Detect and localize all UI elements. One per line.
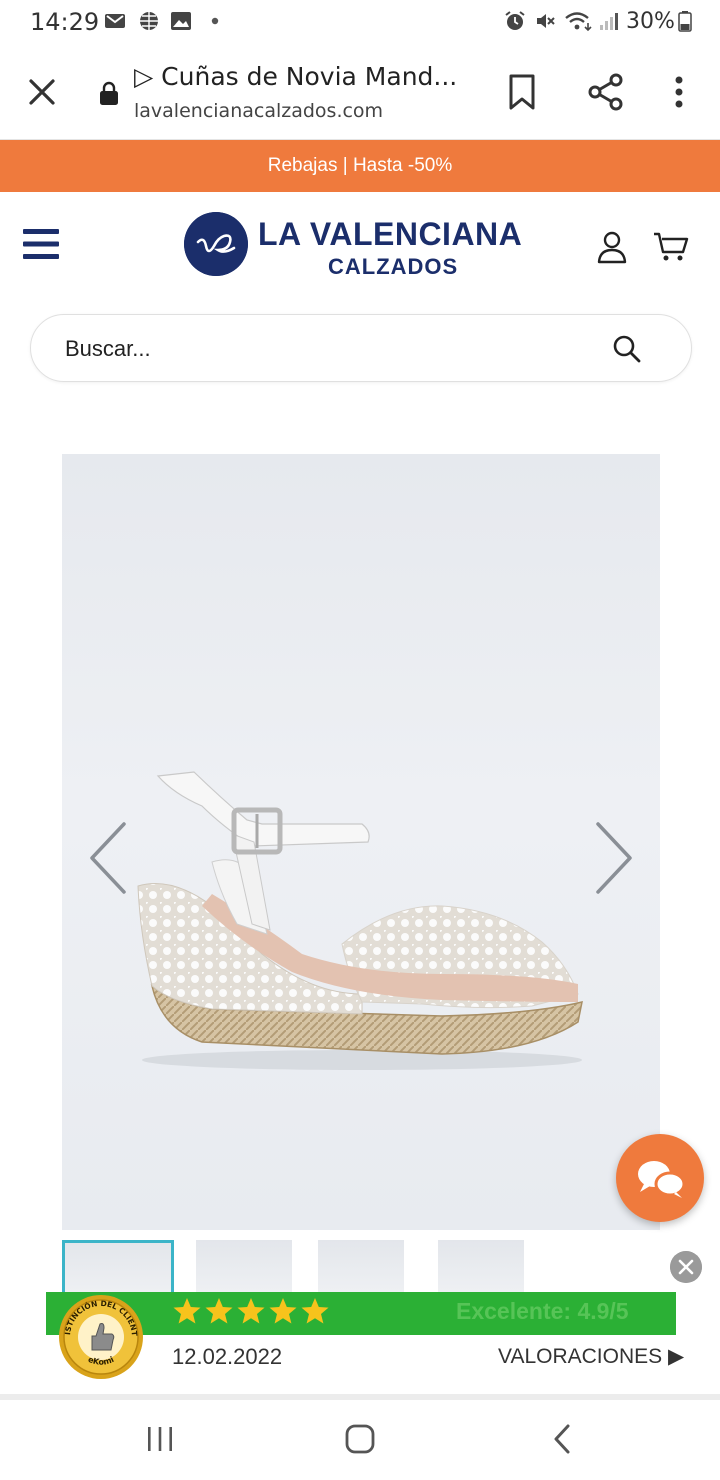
- gallery-icon: [171, 12, 191, 30]
- status-time: 14:29: [30, 8, 100, 36]
- previous-image-arrow[interactable]: [84, 818, 134, 898]
- chat-button[interactable]: [616, 1134, 704, 1222]
- android-nav-bar: [0, 1400, 720, 1480]
- search-icon[interactable]: [611, 333, 643, 365]
- thumbnail-3[interactable]: [318, 1240, 404, 1292]
- reviews-link[interactable]: VALORACIONES ▶: [498, 1344, 684, 1369]
- recent-apps-icon[interactable]: [144, 1424, 176, 1454]
- star-icon: [269, 1298, 297, 1324]
- globe-icon: [140, 12, 158, 30]
- search-bar[interactable]: [30, 314, 692, 382]
- rating-stars: [172, 1296, 330, 1330]
- page-title[interactable]: ▷ Cuñas de Novia Mand...: [134, 62, 474, 91]
- more-options-button[interactable]: [664, 72, 694, 112]
- bookmark-button[interactable]: [504, 72, 540, 112]
- promo-text: Rebajas | Hasta -50%: [267, 155, 453, 176]
- rating-date: 12.02.2022: [172, 1344, 283, 1369]
- brand-name[interactable]: LA VALENCIANA: [258, 216, 522, 253]
- star-icon: [301, 1298, 329, 1324]
- gmail-icon: [105, 14, 125, 28]
- battery-icon: [678, 11, 692, 32]
- shopping-cart-icon[interactable]: [652, 230, 690, 264]
- mute-icon: [537, 14, 555, 28]
- status-bar: 14:29 30%: [0, 0, 720, 44]
- wifi-icon: [565, 12, 592, 32]
- ekomi-close-icon[interactable]: [670, 1251, 702, 1283]
- search-input[interactable]: [65, 335, 585, 363]
- browser-toolbar: ▷ Cuñas de Novia Mand... lavalencianacal…: [0, 44, 720, 140]
- lock-icon: [100, 81, 118, 105]
- next-image-arrow[interactable]: [588, 818, 638, 898]
- ekomi-rating-widget[interactable]: Excelente: 4.9/5 12.02.2022 VALORACIONES…: [46, 1292, 684, 1380]
- user-account-icon[interactable]: [596, 230, 628, 264]
- alarm-icon: [505, 11, 525, 30]
- page-url[interactable]: lavalencianacalzados.com: [134, 100, 383, 122]
- rating-score: Excelente: 4.9/5: [456, 1298, 629, 1324]
- share-button[interactable]: [586, 72, 626, 112]
- chat-bubbles-icon: [638, 1161, 686, 1198]
- home-icon[interactable]: [344, 1422, 376, 1456]
- battery-percent: 30%: [626, 9, 675, 34]
- hamburger-menu-button[interactable]: [22, 226, 60, 262]
- thumbnail-1[interactable]: [62, 1240, 174, 1292]
- caret-right-icon: ▶: [668, 1345, 685, 1368]
- close-tab-button[interactable]: [22, 72, 62, 112]
- signal-icon: [600, 13, 618, 30]
- product-image[interactable]: [62, 454, 660, 1230]
- star-icon: [173, 1298, 201, 1324]
- ekomi-seal-icon: DISTINCIÓN DEL CLIENTE eKomi: [56, 1292, 143, 1379]
- back-icon[interactable]: [548, 1422, 576, 1456]
- brand-logo-icon[interactable]: [184, 212, 248, 276]
- thumbnail-4[interactable]: [438, 1240, 524, 1292]
- brand-subtitle[interactable]: CALZADOS: [328, 254, 458, 280]
- wedge-sandal-illustration: [137, 771, 583, 1070]
- star-icon: [205, 1298, 233, 1324]
- thumbnail-2[interactable]: [196, 1240, 292, 1292]
- promo-banner[interactable]: Rebajas | Hasta -50%: [0, 140, 720, 192]
- reviews-label: VALORACIONES: [498, 1345, 663, 1368]
- dot-icon: [211, 17, 219, 25]
- star-icon: [237, 1298, 265, 1324]
